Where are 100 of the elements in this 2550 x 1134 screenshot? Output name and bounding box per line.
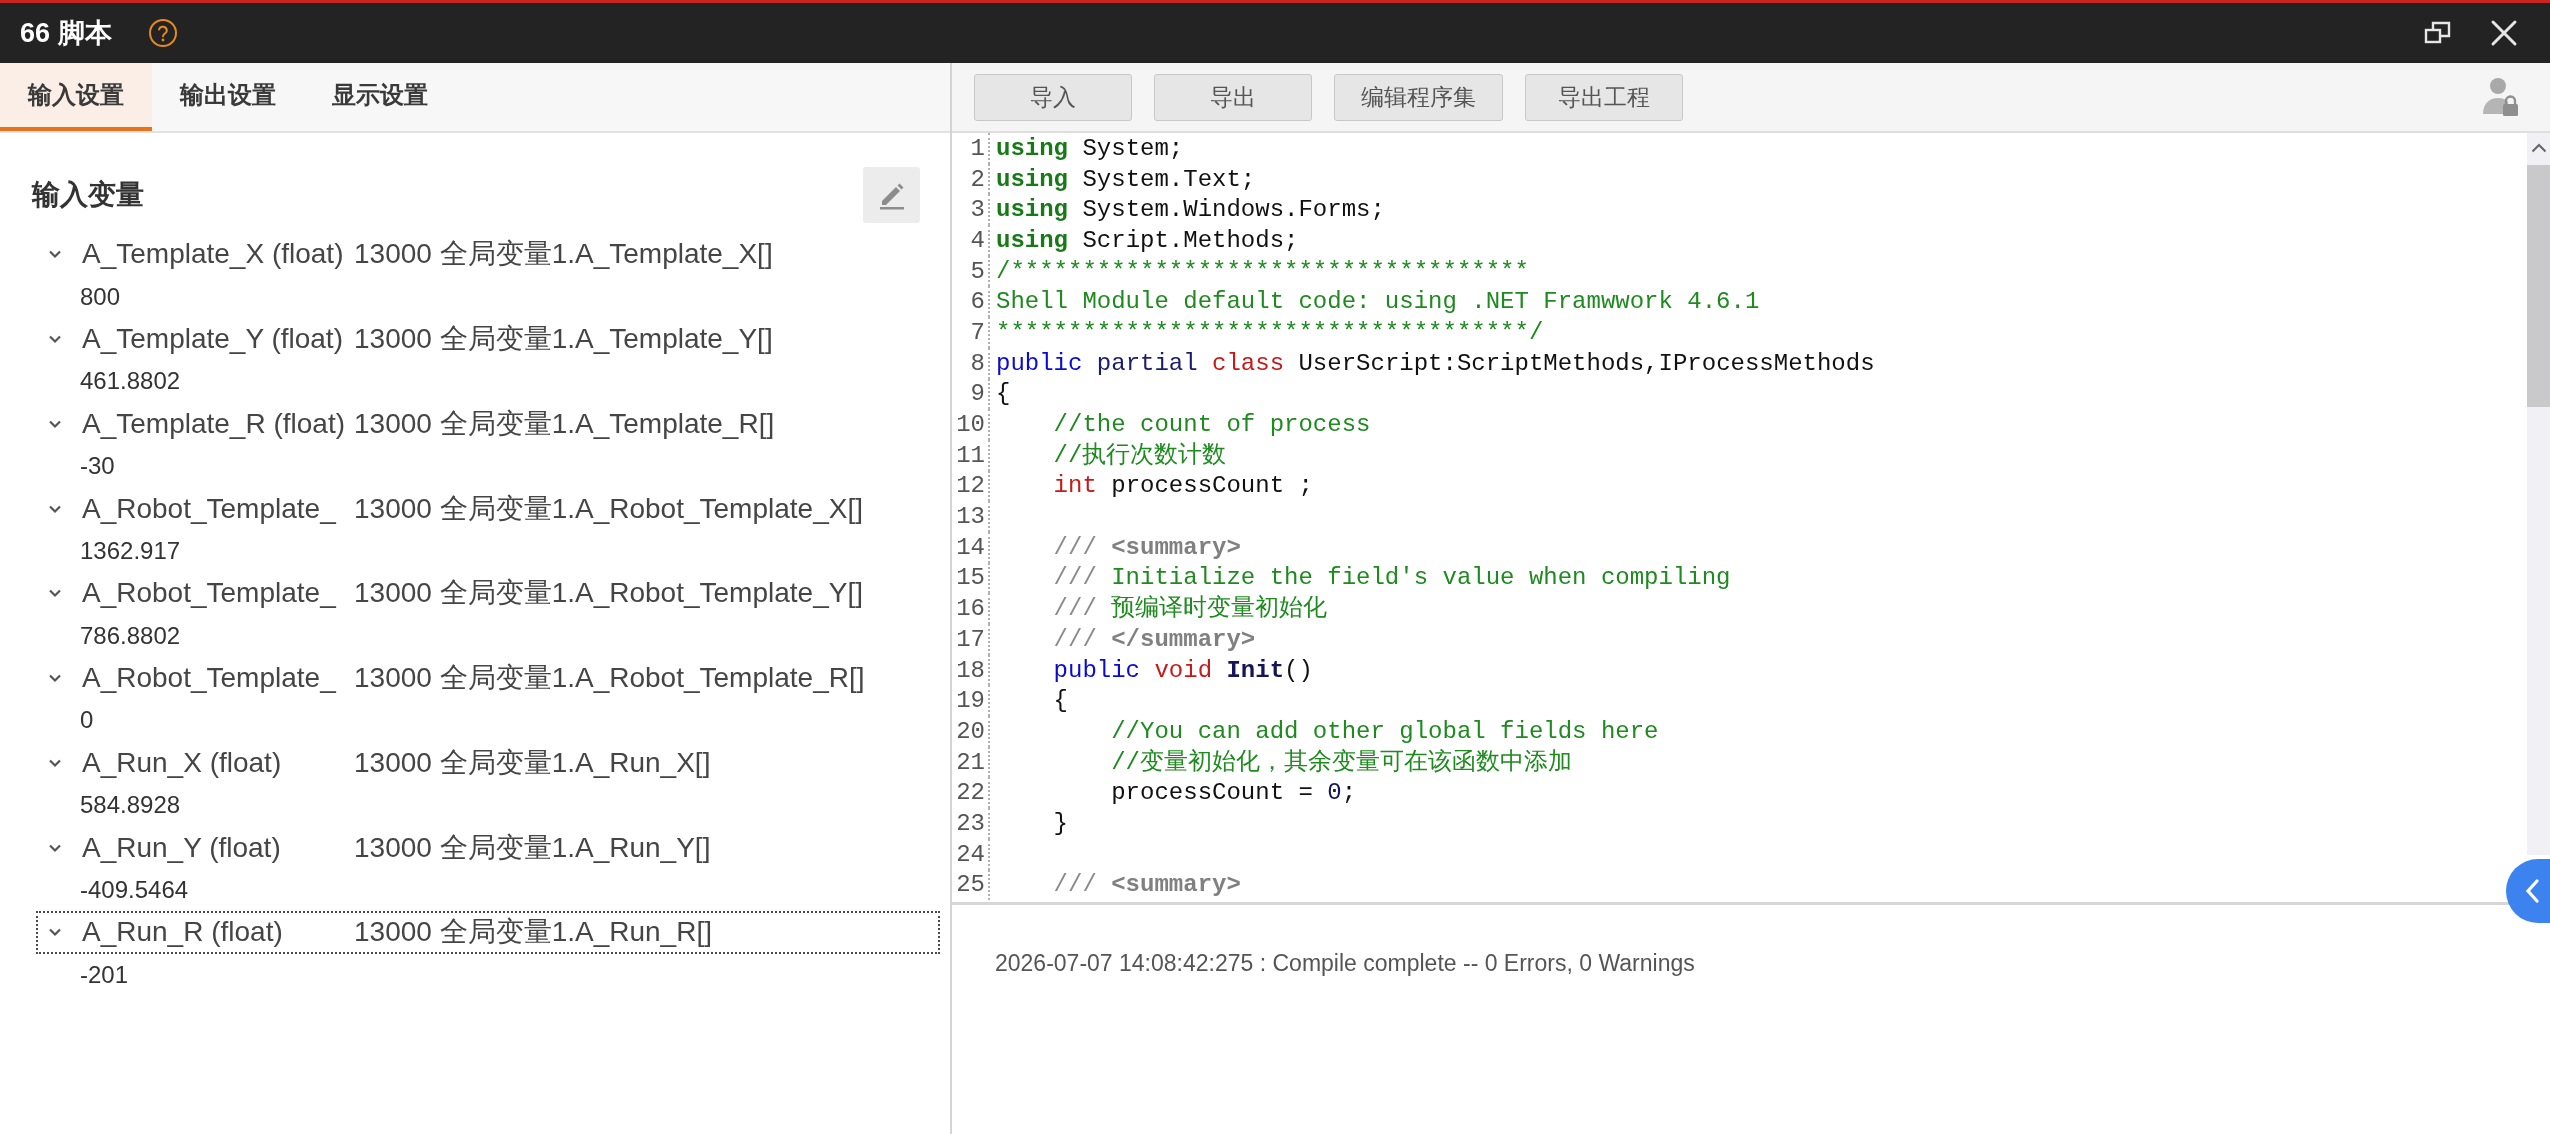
- help-icon[interactable]: [147, 18, 178, 48]
- variable-binding: 13000 全局变量1.A_Template_Y[]: [354, 321, 773, 356]
- variable-binding: 13000 全局变量1.A_Run_X[]: [354, 745, 711, 780]
- variable-name: A_Run_Y (float): [82, 831, 281, 864]
- variable-binding: 13000 全局变量1.A_Template_R[]: [354, 406, 775, 441]
- variable-row[interactable]: A_Robot_Template_ 13000 全局变量1.A_Robot_Template_X[]: [36, 487, 940, 530]
- variable-binding: 13000 全局变量1.A_Run_R[]: [354, 915, 712, 950]
- scroll-up-icon[interactable]: [2530, 143, 2547, 153]
- line-number: 19: [956, 686, 986, 716]
- line-number: 17: [956, 624, 986, 654]
- code-line: processCount = 0;: [1110, 778, 1357, 808]
- toolbar-button[interactable]: 导入: [974, 73, 1132, 121]
- variable-value: 1362.917: [80, 536, 181, 565]
- toolbar-button[interactable]: 导出: [1154, 73, 1312, 121]
- toolbar-button[interactable]: 导出工程: [1525, 73, 1683, 121]
- code-line: //执行次数计数: [1052, 440, 1227, 470]
- variable-value: 461.8802: [80, 367, 181, 396]
- variable-row[interactable]: A_Template_X (float) 13000 全局变量1.A_Template_X[]: [36, 233, 940, 276]
- line-number: 15: [956, 563, 986, 593]
- variable-row[interactable]: A_Template_Y (float) 13000 全局变量1.A_Template_Y[]: [36, 317, 940, 361]
- variable-binding: 13000 全局变量1.A_Template_X[]: [354, 237, 773, 272]
- line-number: 11: [956, 440, 986, 470]
- line-number: 4: [970, 225, 986, 255]
- variable-name: A_Robot_Template_: [82, 577, 336, 610]
- line-number: 21: [956, 747, 986, 777]
- variable-name: A_Template_R (float): [82, 407, 345, 440]
- line-number: 25: [956, 870, 986, 900]
- line-number: 20: [956, 716, 986, 746]
- close-icon: [2490, 19, 2518, 47]
- scrollbar-thumb[interactable]: [2527, 165, 2550, 407]
- code-line: {: [1052, 686, 1068, 716]
- line-number: 16: [956, 594, 986, 624]
- code-line: int processCount ;: [1052, 471, 1313, 501]
- edit-button[interactable]: [863, 167, 920, 223]
- scrollbar[interactable]: [2527, 133, 2550, 855]
- code-line: /// <summary>: [1052, 532, 1241, 562]
- line-number: 9: [970, 379, 986, 409]
- user-lock-icon[interactable]: [2482, 76, 2520, 118]
- window-title: 66 脚本: [20, 17, 112, 50]
- code-line: //变量初始化，其余变量可在该函数中添加: [1110, 747, 1573, 777]
- line-number: 12: [956, 471, 986, 501]
- variable-row[interactable]: A_Template_R (float) 13000 全局变量1.A_Template_R[]: [36, 402, 940, 445]
- line-number: 23: [956, 808, 986, 838]
- variable-name: A_Template_Y (float): [82, 322, 343, 355]
- variable-name: A_Run_X (float): [82, 746, 282, 779]
- variable-value: 584.8928: [80, 791, 181, 820]
- line-number: 10: [956, 410, 986, 440]
- tab[interactable]: 显示设置: [304, 63, 456, 131]
- variable-binding: 13000 全局变量1.A_Run_Y[]: [354, 830, 711, 865]
- line-number: 22: [956, 778, 986, 808]
- line-number: 24: [956, 839, 986, 869]
- tab[interactable]: 输入设置: [0, 63, 152, 131]
- variable-row[interactable]: A_Run_X (float) 13000 全局变量1.A_Run_X[]: [36, 741, 940, 785]
- tab[interactable]: 输出设置: [152, 63, 304, 131]
- code-line: using System.Text;: [996, 164, 1256, 194]
- code-line: }: [1052, 808, 1068, 838]
- code-line: /// 预编译时变量初始化: [1052, 594, 1328, 624]
- code-line: *************************************/: [996, 317, 1544, 347]
- line-number: 13: [956, 502, 986, 532]
- code-line: public void Init(): [1052, 655, 1313, 685]
- section-title: 输入变量: [32, 178, 144, 212]
- code-line: /// </summary>: [1052, 624, 1256, 654]
- variable-name: A_Run_R (float): [82, 916, 283, 949]
- variable-binding: 13000 全局变量1.A_Robot_Template_X[]: [354, 491, 863, 526]
- code-line: public partial class UserScript:ScriptMethods,IProcessMethods: [996, 348, 1875, 378]
- code-line: //the count of process: [1052, 410, 1371, 440]
- variable-value: 786.8802: [80, 621, 181, 650]
- code-line: Shell Module default code: using .NET Framwwork 4.6.1: [996, 287, 1760, 317]
- code-line: //You can add other global fields here: [1110, 716, 1659, 746]
- variable-row[interactable]: A_Robot_Template_ 13000 全局变量1.A_Robot_Template_R[]: [36, 656, 940, 700]
- variable-row[interactable]: A_Robot_Template_ 13000 全局变量1.A_Robot_Template_Y[]: [36, 572, 940, 615]
- code-editor[interactable]: [952, 133, 2550, 905]
- line-number: 5: [970, 256, 986, 286]
- variable-row[interactable]: A_Run_R (float) 13000 全局变量1.A_Run_R[]: [36, 911, 940, 954]
- variable-value: 800: [80, 282, 121, 311]
- variable-value: -409.5464: [80, 876, 189, 905]
- variable-binding: 13000 全局变量1.A_Robot_Template_R[]: [354, 661, 865, 696]
- variable-value: -201: [80, 960, 129, 989]
- code-line: {: [996, 379, 1011, 409]
- log-message: 2026-07-07 14:08:42:275 : Compile complete -- 0 Errors, 0 Warnings: [995, 949, 1696, 978]
- code-line: using System.Windows.Forms;: [996, 195, 1385, 225]
- chevron-left-icon: [2524, 878, 2540, 904]
- line-number: 3: [970, 195, 986, 225]
- variable-name: A_Template_X (float): [82, 238, 344, 271]
- variable-name: A_Robot_Template_: [82, 662, 336, 695]
- variable-value: -30: [80, 452, 115, 481]
- code-line: /************************************: [996, 256, 1529, 286]
- line-number: 18: [956, 655, 986, 685]
- line-number: 1: [970, 133, 986, 163]
- line-number: 14: [956, 532, 986, 562]
- code-line: /// <summary>: [1052, 870, 1241, 900]
- line-number: 8: [970, 348, 986, 378]
- code-line: using System;: [996, 133, 1184, 163]
- line-number: 2: [970, 164, 986, 194]
- variable-binding: 13000 全局变量1.A_Robot_Template_Y[]: [354, 576, 863, 611]
- variable-name: A_Robot_Template_: [82, 492, 336, 525]
- code-line: /// Initialize the field's value when compiling: [1052, 563, 1731, 593]
- variable-row[interactable]: A_Run_Y (float) 13000 全局变量1.A_Run_Y[]: [36, 826, 940, 869]
- variable-value: 0: [80, 706, 94, 735]
- toolbar-button[interactable]: 编辑程序集: [1334, 73, 1503, 121]
